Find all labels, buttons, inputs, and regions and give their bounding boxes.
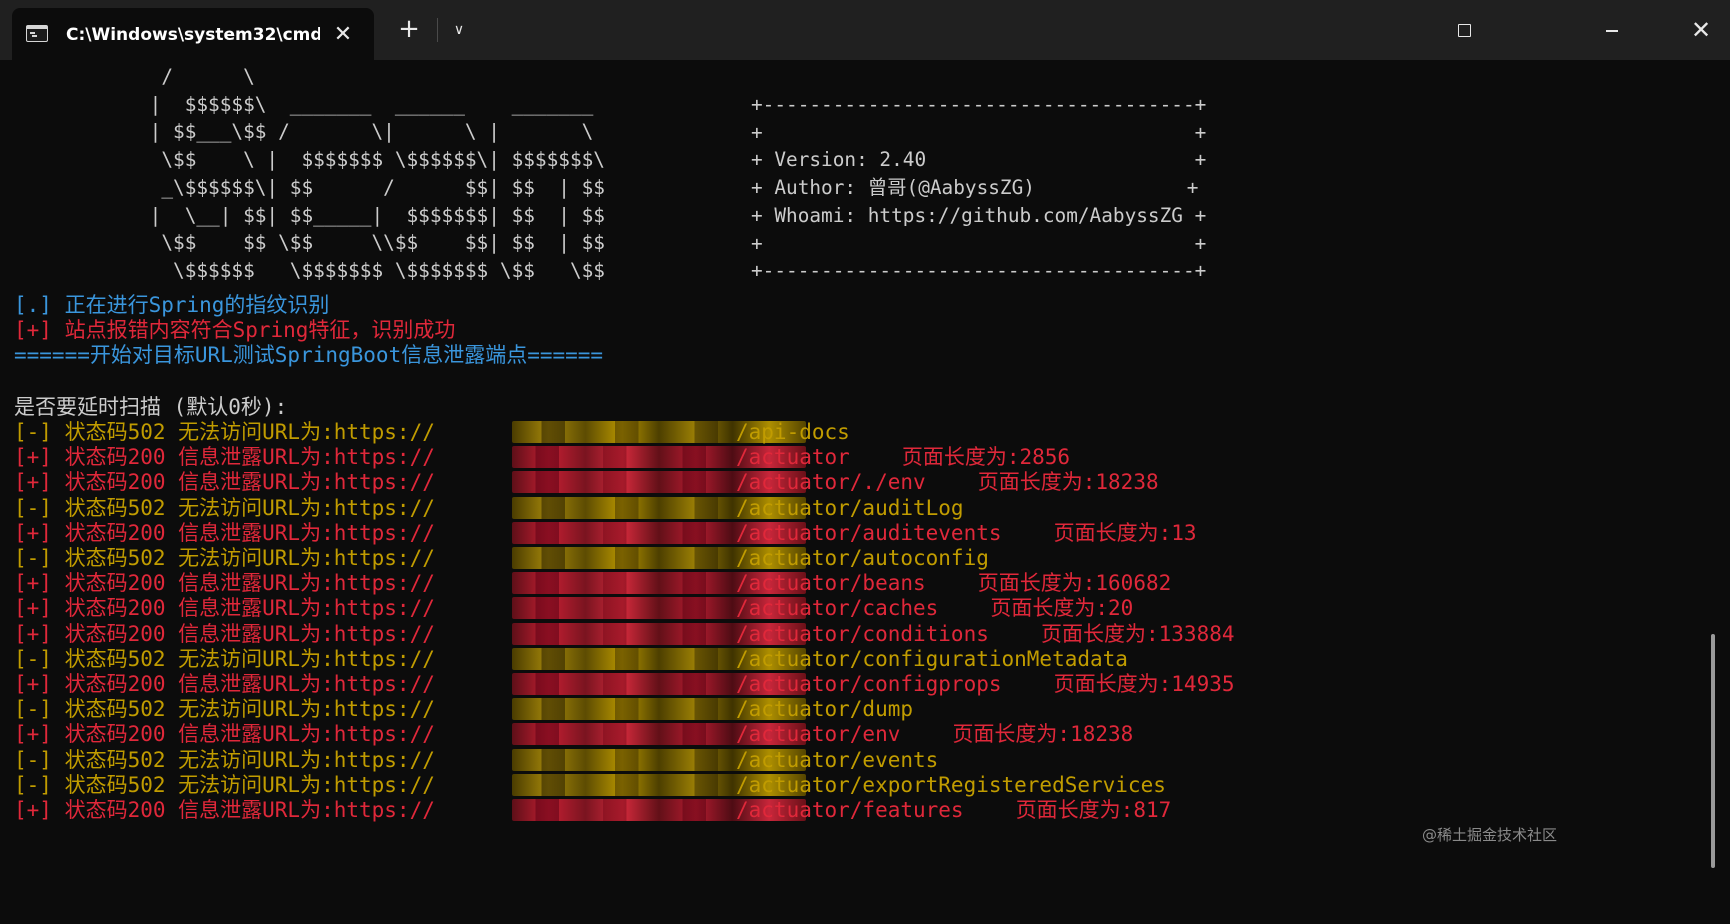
new-tab-button[interactable]: + <box>392 14 426 46</box>
result-path: /actuator/caches <box>736 596 939 621</box>
result-row: [+] 状态码200 信息泄露URL为:https:// /actuator 页面长… <box>0 443 1700 471</box>
result-path: /actuator/events <box>736 747 939 772</box>
cmd-icon <box>26 25 48 42</box>
result-length: 页面长度为:14935 <box>1053 672 1235 696</box>
result-prefix: [-] 状态码502 无法访问URL为:https:// <box>14 646 435 671</box>
result-path: /actuator/conditions <box>736 621 989 646</box>
delay-prompt: 是否要延时扫描 (默认0秒): <box>14 395 288 419</box>
status-line: [.] 正在进行Spring的指纹识别 <box>14 293 330 317</box>
minimize-button[interactable] <box>1586 14 1638 46</box>
result-row: [-] 状态码502 无法访问URL为:https:// /actuator/co… <box>0 645 1700 673</box>
result-row: [+] 状态码200 信息泄露URL为:https:// /actuator/au… <box>0 519 1700 547</box>
result-row: [+] 状态码200 信息泄露URL为:https:// /actuator/fe… <box>0 796 1700 824</box>
result-length: 页面长度为:13 <box>1053 520 1197 545</box>
result-path: /actuator <box>736 445 850 470</box>
close-window-button[interactable]: ✕ <box>1675 14 1727 46</box>
result-prefix: [+] 状态码200 信息泄露URL为:https:// <box>14 445 435 470</box>
result-row: [+] 状态码200 信息泄露URL为:https:// /actuator/co… <box>0 620 1700 648</box>
title-bar: C:\Windows\system32\cmd.exe ✕ + ∨ ✕ <box>0 0 1730 60</box>
result-path: /actuator/autoconfig <box>736 546 989 570</box>
status-line: [+] 站点报错内容符合Spring特征，识别成功 <box>14 318 456 342</box>
result-prefix: [-] 状态码502 无法访问URL为:https:// <box>14 420 435 444</box>
result-row: [+] 状态码200 信息泄露URL为:https:// /actuator/co… <box>0 670 1700 698</box>
result-row: [-] 状态码502 无法访问URL为:https:// /api-docs <box>0 418 1700 446</box>
result-path: /actuator/configurationMetadata <box>736 646 1128 671</box>
status-line: ======开始对目标URL测试SpringBoot信息泄露端点====== <box>14 343 604 367</box>
result-prefix: [-] 状态码502 无法访问URL为:https:// <box>14 747 435 772</box>
result-length: 页面长度为:817 <box>1015 798 1172 822</box>
result-prefix: [-] 状态码502 无法访问URL为:https:// <box>14 697 435 722</box>
result-path: /actuator/configprops <box>736 672 1002 696</box>
result-path: /actuator/auditLog <box>736 495 964 520</box>
tab-dropdown-button[interactable]: ∨ <box>444 14 474 46</box>
result-row: [-] 状态码502 无法访问URL为:https:// /actuator/au… <box>0 544 1700 572</box>
result-length: 页面长度为:2856 <box>901 445 1071 470</box>
result-path: /actuator/features <box>736 798 964 822</box>
watermark: @稀土掘金技术社区 <box>1422 826 1558 844</box>
result-prefix: [+] 状态码200 信息泄露URL为:https:// <box>14 621 435 646</box>
result-prefix: [-] 状态码502 无法访问URL为:https:// <box>14 495 435 520</box>
result-length: 页面长度为:18238 <box>977 470 1159 495</box>
result-path: /actuator/auditevents <box>736 520 1002 545</box>
result-path: /actuator/./env <box>736 470 926 495</box>
result-prefix: [-] 状态码502 无法访问URL为:https:// <box>14 772 435 797</box>
result-path: /actuator/exportRegisteredServices <box>736 772 1166 797</box>
tab-cmd[interactable]: C:\Windows\system32\cmd.exe ✕ <box>12 8 374 60</box>
result-path: /actuator/dump <box>736 697 914 722</box>
result-prefix: [+] 状态码200 信息泄露URL为:https:// <box>14 798 435 822</box>
result-row: [-] 状态码502 无法访问URL为:https:// /actuator/du… <box>0 695 1700 723</box>
tab-title: C:\Windows\system32\cmd.exe <box>66 25 320 45</box>
result-prefix: [+] 状态码200 信息泄露URL为:https:// <box>14 571 435 596</box>
result-prefix: [+] 状态码200 信息泄露URL为:https:// <box>14 596 435 621</box>
result-path: /actuator/beans <box>736 571 926 596</box>
result-row: [-] 状态码502 无法访问URL为:https:// /actuator/ev… <box>0 746 1700 774</box>
result-row: [+] 状态码200 信息泄露URL为:https:// /actuator/be… <box>0 569 1700 597</box>
result-path: /actuator/env <box>736 722 901 747</box>
result-row: [+] 状态码200 信息泄露URL为:https:// /actuator/./… <box>0 468 1700 496</box>
maximize-button[interactable] <box>1458 14 1490 46</box>
console-output[interactable]: / \ | $$$$$$\ _______ ______ _______ | $… <box>0 60 1730 924</box>
result-length: 页面长度为:133884 <box>1041 621 1235 646</box>
version-info-box: +-------------------------------------+ … <box>751 93 1207 283</box>
scrollbar[interactable] <box>1711 634 1715 868</box>
result-prefix: [+] 状态码200 信息泄露URL为:https:// <box>14 722 435 747</box>
result-prefix: [+] 状态码200 信息泄露URL为:https:// <box>14 672 435 696</box>
result-length: 页面长度为:160682 <box>977 571 1172 596</box>
close-tab-icon[interactable]: ✕ <box>330 22 356 48</box>
ascii-banner: / \ | $$$$$$\ _______ ______ _______ | $… <box>149 65 605 282</box>
titlebar-divider <box>437 18 438 42</box>
result-row: [+] 状态码200 信息泄露URL为:https:// /actuator/ca… <box>0 594 1700 622</box>
result-length: 页面长度为:20 <box>990 596 1134 621</box>
result-prefix: [-] 状态码502 无法访问URL为:https:// <box>14 546 435 570</box>
terminal-window: C:\Windows\system32\cmd.exe ✕ + ∨ ✕ / \ … <box>0 0 1730 924</box>
result-row: [+] 状态码200 信息泄露URL为:https:// /actuator/en… <box>0 720 1700 748</box>
result-path: /api-docs <box>736 420 850 444</box>
result-prefix: [+] 状态码200 信息泄露URL为:https:// <box>14 470 435 495</box>
result-prefix: [+] 状态码200 信息泄露URL为:https:// <box>14 520 435 545</box>
result-row: [-] 状态码502 无法访问URL为:https:// /actuator/ex… <box>0 771 1700 799</box>
result-length: 页面长度为:18238 <box>952 722 1134 747</box>
result-row: [-] 状态码502 无法访问URL为:https:// /actuator/au… <box>0 494 1700 522</box>
